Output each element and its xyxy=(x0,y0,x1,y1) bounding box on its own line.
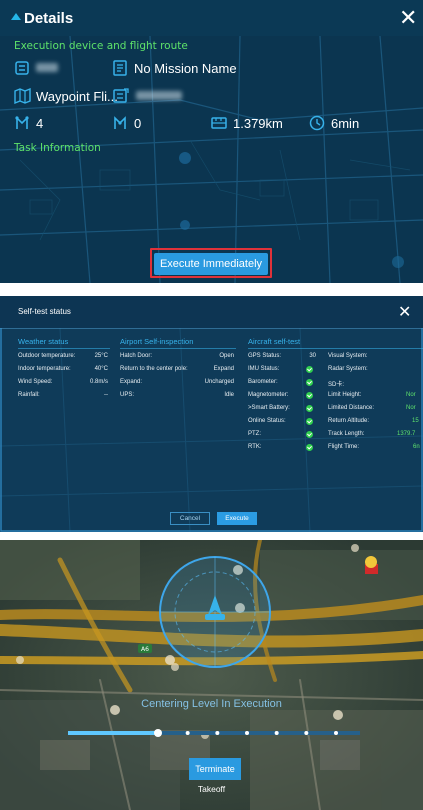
weather-row-label: Wind Speed: xyxy=(18,379,53,385)
aircraft-row-label: Barometer: xyxy=(248,379,278,385)
aircraft-row-label: Online Status: xyxy=(248,418,286,424)
details-title: Details xyxy=(24,10,74,27)
distance-icon xyxy=(211,117,227,129)
aircraft-title: Aircraft self-test xyxy=(248,337,301,346)
airport-row-label: Hatch Door: xyxy=(120,353,153,359)
airport-row-value: Open xyxy=(219,353,234,359)
waypoint-count: 4 xyxy=(36,116,44,131)
aircraft-row-label: GPS Status: xyxy=(248,353,282,359)
airport-row-value: Expand xyxy=(213,366,234,372)
aircraft-row-label: >Smart Battery: xyxy=(248,405,290,411)
aircraft-row-value: 15 xyxy=(412,418,419,424)
section-device-heading: Execution device and flight route xyxy=(14,40,188,52)
route-name-redacted xyxy=(136,91,182,100)
execution-status-text: Centering Level In Execution xyxy=(141,698,282,710)
aircraft-row-value: 1379.7 xyxy=(397,431,416,437)
airport-title: Airport Self-inspection xyxy=(120,337,194,346)
flight-map-panel: A6 Centering Level In Execution Terminat… xyxy=(0,540,423,810)
weather-row-value: 40°C xyxy=(94,366,108,372)
waypoint-count-icon xyxy=(15,116,29,129)
progress-checkpoint xyxy=(304,731,309,735)
check-ok-icon xyxy=(306,431,313,438)
section-task-heading: Task Information xyxy=(14,142,101,154)
check-ok-icon xyxy=(306,392,313,399)
clock-icon xyxy=(309,115,325,131)
panel-logo-icon xyxy=(11,13,21,20)
airport-row-label: Return to the center pole: xyxy=(120,366,188,372)
flight-duration: 6min xyxy=(331,116,360,131)
aircraft-row-label: Radar System: xyxy=(328,366,368,372)
progress-checkpoint xyxy=(334,731,338,735)
aircraft-row-label: Limited Distance: xyxy=(328,405,375,411)
aircraft-rule xyxy=(248,348,423,349)
airport-row-label: UPS: xyxy=(120,392,135,398)
progress-checkpoint xyxy=(215,731,220,735)
weather-row-value: 25°C xyxy=(94,353,108,359)
route-distance: 1.379km xyxy=(233,116,283,131)
progress-checkpoint xyxy=(185,731,190,735)
device-icon xyxy=(15,61,29,75)
device-name-redacted xyxy=(36,63,58,72)
weather-row-label: Indoor temperature: xyxy=(18,366,71,372)
aircraft-row-label: Limit Height: xyxy=(328,392,362,398)
aircraft-row-label: Visual System: xyxy=(328,353,368,359)
self-test-panel: Self-test status ✕ Weather status Outdoo… xyxy=(0,296,423,532)
terminate-button[interactable]: Terminate xyxy=(189,758,241,780)
aircraft-row-value: Nor xyxy=(406,405,416,411)
weather-rule xyxy=(18,348,110,349)
progress-checkpoint xyxy=(154,729,162,737)
progress-checkpoint xyxy=(274,731,279,735)
map-route-icon xyxy=(14,88,31,104)
aircraft-row-label: Flight Time: xyxy=(328,444,360,450)
aircraft-row-label: PTZ: xyxy=(248,431,261,437)
gps-value: 30 xyxy=(309,353,316,359)
weather-row-value: 0.8m/s xyxy=(89,379,108,385)
airport-rule xyxy=(120,348,236,349)
aircraft-row-label: IMU Status: xyxy=(248,366,280,372)
weather-row-value: -- xyxy=(104,392,108,398)
mission-name: No Mission Name xyxy=(134,61,237,76)
aircraft-row-label: RTK: xyxy=(248,444,262,450)
weather-title: Weather status xyxy=(18,337,69,346)
aircraft-row-label: Track Length: xyxy=(328,431,365,437)
action-count-icon xyxy=(114,116,126,129)
takeoff-progress-track xyxy=(68,729,360,737)
close-icon[interactable]: ✕ xyxy=(399,7,417,29)
takeoff-label: Takeoff xyxy=(197,784,226,794)
check-ok-icon xyxy=(306,405,313,412)
aircraft-row-label: SD卡: xyxy=(328,382,345,388)
aircraft-row-value: 6n xyxy=(413,444,420,450)
weather-row-label: Rainfall: xyxy=(18,392,40,398)
check-ok-icon xyxy=(306,418,313,425)
self-test-close-icon[interactable]: ✕ xyxy=(398,302,411,324)
airport-row-value: Idle xyxy=(224,392,234,398)
details-panel: Details ✕ Execution device and flight ro… xyxy=(0,0,423,283)
check-ok-icon xyxy=(306,444,313,451)
aircraft-row-label: Return Altitude: xyxy=(328,418,370,424)
execute-button[interactable]: Execute xyxy=(217,512,257,525)
mission-icon xyxy=(113,60,127,76)
road-sign-label: A6 xyxy=(141,646,149,653)
check-ok-icon xyxy=(306,366,313,373)
action-count: 0 xyxy=(134,116,142,131)
header-divider xyxy=(0,328,423,329)
cancel-button[interactable]: Cancel xyxy=(170,512,210,525)
self-test-title: Self-test status xyxy=(18,307,71,316)
airport-row-label: Expand: xyxy=(120,379,143,385)
check-ok-icon xyxy=(306,379,313,386)
airport-row-value: Uncharged xyxy=(204,379,234,385)
weather-row-label: Outdoor temperature: xyxy=(18,353,76,359)
progress-checkpoint xyxy=(245,731,249,735)
route-type: Waypoint Fli... xyxy=(36,89,118,104)
execute-immediately-button[interactable]: Execute Immediately xyxy=(154,253,268,275)
self-test-map-background xyxy=(0,296,423,532)
aircraft-row-value: Nor xyxy=(406,392,416,398)
route-file-icon xyxy=(113,88,129,103)
aircraft-row-label: Magnetometer: xyxy=(248,392,289,398)
